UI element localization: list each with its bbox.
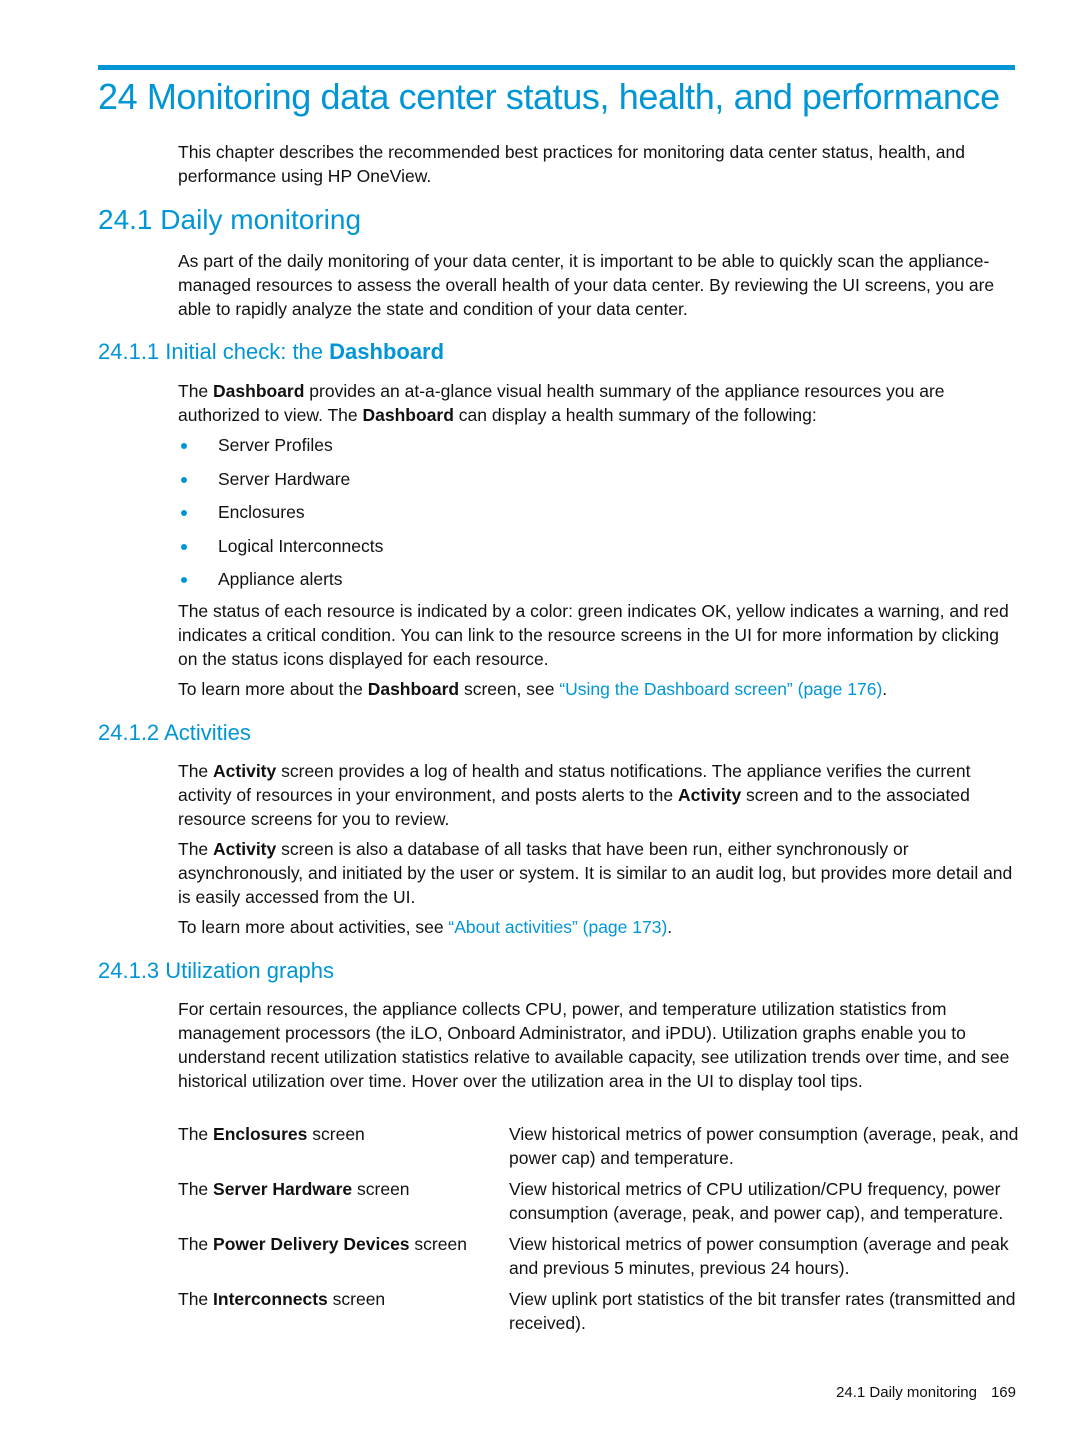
- table-row: The Enclosures screen View historical me…: [178, 1122, 1023, 1170]
- dashboard-screen-link[interactable]: “Using the Dashboard screen” (page 176): [559, 679, 882, 699]
- table-row: The Power Delivery Devices screen View h…: [178, 1232, 1023, 1280]
- screen-term: Interconnects: [213, 1289, 328, 1309]
- list-item: Appliance alerts: [178, 567, 383, 601]
- bullet-icon: [181, 443, 187, 449]
- screen-name: The Power Delivery Devices screen: [178, 1232, 509, 1280]
- dashboard-term: Dashboard: [362, 405, 454, 425]
- screen-term: Power Delivery Devices: [213, 1234, 410, 1254]
- list-item: Server Profiles: [178, 433, 383, 467]
- screen-name: The Server Hardware screen: [178, 1177, 509, 1225]
- chapter-rule: [98, 65, 1015, 70]
- heading-prefix: 24.1.1 Initial check: the: [98, 339, 330, 364]
- chapter-intro: This chapter describes the recommended b…: [178, 142, 965, 186]
- activities-paragraph-2: The Activity screen is also a database o…: [178, 837, 1023, 909]
- text: can display a health summary of the foll…: [453, 405, 817, 425]
- screen-description: View historical metrics of CPU utilizati…: [509, 1179, 1004, 1223]
- dashboard-resource-list: Server Profiles Server Hardware Enclosur…: [178, 433, 383, 601]
- screen-description: View historical metrics of power consump…: [509, 1124, 1019, 1168]
- section-heading-utilization-graphs: 24.1.3 Utilization graphs: [98, 958, 335, 983]
- screen-name: The Enclosures screen: [178, 1122, 509, 1170]
- footer-section: 24.1 Daily monitoring: [836, 1384, 977, 1401]
- text: screen: [409, 1234, 467, 1254]
- text: The: [178, 1289, 214, 1309]
- text: To learn more about activities, see: [178, 917, 449, 937]
- activity-term: Activity: [677, 785, 742, 805]
- list-item-label: Enclosures: [218, 502, 305, 522]
- section-heading-activities: 24.1.2 Activities: [98, 720, 251, 745]
- section-heading-initial-check: 24.1.1 Initial check: the Dashboard: [98, 339, 444, 365]
- screen-description: View uplink port statistics of the bit t…: [509, 1289, 1016, 1333]
- text: screen: [307, 1124, 365, 1144]
- about-activities-link[interactable]: “About activities” (page 173): [448, 917, 667, 937]
- utilization-graphs-body: For certain resources, the appliance col…: [178, 999, 1010, 1091]
- screen-term: Server Hardware: [213, 1179, 353, 1199]
- screen-name: The Interconnects screen: [178, 1287, 509, 1335]
- text: The: [178, 839, 214, 859]
- text: The: [178, 1124, 214, 1144]
- table-row: The Interconnects screen View uplink por…: [178, 1287, 1023, 1335]
- bullet-icon: [181, 577, 187, 583]
- list-item: Server Hardware: [178, 467, 383, 501]
- text: The: [178, 761, 214, 781]
- text: The: [178, 1179, 214, 1199]
- list-item-label: Server Profiles: [218, 435, 333, 455]
- chapter-title: 24 Monitoring data center status, health…: [98, 76, 1000, 117]
- activity-term: Activity: [213, 839, 277, 859]
- dashboard-term: Dashboard: [367, 679, 460, 699]
- bullet-icon: [181, 543, 187, 550]
- screen-term: Enclosures: [213, 1124, 308, 1144]
- utilization-screens-table: The Enclosures screen View historical me…: [178, 1122, 1023, 1342]
- text: .: [882, 679, 888, 699]
- list-item-label: Logical Interconnects: [218, 535, 384, 556]
- screen-description: View historical metrics of power consump…: [509, 1234, 1009, 1278]
- dashboard-intro: The Dashboard provides an at-a-glance vi…: [178, 379, 1023, 427]
- text: screen: [327, 1289, 386, 1309]
- activity-term: Activity: [213, 761, 277, 781]
- text: screen, see: [459, 679, 560, 699]
- list-item-label: Server Hardware: [218, 468, 351, 489]
- section-heading-daily-monitoring: 24.1 Daily monitoring: [98, 204, 362, 235]
- text: The: [178, 1234, 214, 1254]
- activities-paragraph-1: The Activity screen provides a log of he…: [178, 759, 1023, 831]
- list-item: Enclosures: [178, 500, 383, 534]
- text: .: [667, 917, 673, 937]
- page-number: 169: [990, 1384, 1016, 1401]
- text: The: [178, 381, 214, 401]
- text: To learn more about the: [178, 679, 368, 699]
- text: screen: [352, 1179, 410, 1199]
- bullet-icon: [181, 510, 187, 516]
- table-row: The Server Hardware screen View historic…: [178, 1177, 1023, 1225]
- list-item-label: Appliance alerts: [218, 569, 343, 589]
- daily-monitoring-body: As part of the daily monitoring of your …: [178, 251, 995, 319]
- dashboard-term: Dashboard: [213, 381, 305, 401]
- dashboard-learn-more: To learn more about the Dashboard screen…: [178, 677, 1023, 701]
- bullet-icon: [181, 476, 187, 483]
- text: screen is also a database of all tasks t…: [178, 839, 1013, 907]
- page-footer: 24.1 Daily monitoring 169: [836, 1384, 1016, 1401]
- heading-bold: Dashboard: [329, 339, 445, 364]
- status-color-description: The status of each resource is indicated…: [178, 601, 1009, 669]
- list-item: Logical Interconnects: [178, 534, 383, 568]
- activities-learn-more: To learn more about activities, see “Abo…: [178, 915, 1023, 939]
